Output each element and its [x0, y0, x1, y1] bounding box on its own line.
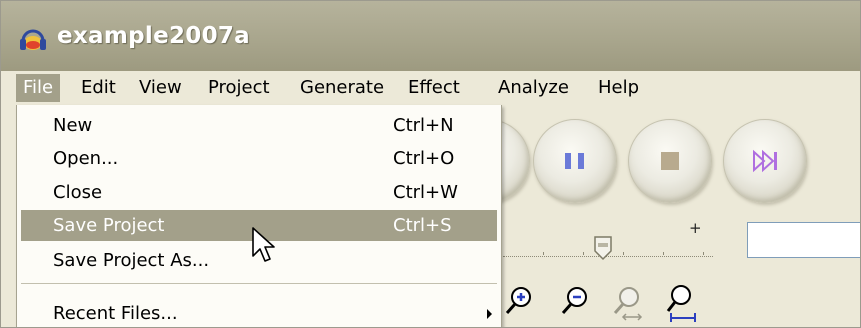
- menu-file[interactable]: File: [16, 74, 61, 102]
- skip-to-end-button[interactable]: [723, 119, 807, 203]
- menu-help[interactable]: Help: [591, 74, 646, 102]
- pause-button[interactable]: [533, 119, 617, 203]
- headphones-icon: [20, 29, 46, 50]
- menu-item-label: Recent Files...: [53, 303, 178, 324]
- menu-item-shortcut: Ctrl+N: [393, 115, 454, 136]
- slider-tick: [583, 252, 584, 255]
- pause-icon: [565, 153, 584, 169]
- skip-to-end-icon: [753, 149, 777, 173]
- menu-item-label: Open...: [53, 148, 119, 169]
- menu-project[interactable]: Project: [201, 74, 277, 102]
- menu-item-label: New: [53, 115, 93, 136]
- fit-selection-icon[interactable]: [611, 283, 643, 323]
- menu-item-shortcut: Ctrl+O: [393, 148, 455, 169]
- menu-item-open[interactable]: Open... Ctrl+O: [21, 143, 497, 174]
- menu-item-label: Save Project As...: [53, 250, 210, 271]
- app-window: example2007a File Edit View Project Gene…: [0, 0, 861, 328]
- menu-analyze[interactable]: Analyze: [491, 74, 576, 102]
- slider-tick: [703, 252, 704, 255]
- file-menu-dropdown: New Ctrl+N Open... Ctrl+O Close Ctrl+W S…: [16, 105, 502, 327]
- menu-separator: [21, 283, 497, 284]
- mouse-pointer-icon: [252, 227, 275, 262]
- menu-item-label: Save Project: [53, 215, 165, 236]
- zoom-in-icon[interactable]: [503, 283, 535, 323]
- menu-bar: File Edit View Project Generate Effect A…: [1, 71, 860, 105]
- selection-text-field[interactable]: [747, 222, 860, 258]
- window-title: example2007a: [57, 23, 251, 49]
- stop-button[interactable]: [628, 119, 712, 203]
- menu-item-recent-files[interactable]: Recent Files...: [21, 298, 497, 327]
- menu-generate[interactable]: Generate: [293, 74, 391, 102]
- menu-edit[interactable]: Edit: [74, 74, 123, 102]
- slider-tick: [663, 252, 664, 255]
- menu-item-close[interactable]: Close Ctrl+W: [21, 177, 497, 208]
- slider-plus-label: +: [689, 219, 702, 237]
- menu-effect[interactable]: Effect: [401, 74, 467, 102]
- menu-item-shortcut: Ctrl+S: [393, 215, 452, 236]
- zoom-out-icon[interactable]: [559, 283, 591, 323]
- menu-view[interactable]: View: [132, 74, 189, 102]
- title-bar[interactable]: example2007a: [1, 1, 860, 71]
- stop-icon: [661, 152, 679, 170]
- menu-item-shortcut: Ctrl+W: [393, 182, 458, 203]
- fit-project-icon[interactable]: [665, 283, 697, 323]
- slider-tick: [623, 252, 624, 255]
- menu-item-new[interactable]: New Ctrl+N: [21, 110, 497, 141]
- slider-tick: [543, 252, 544, 255]
- slider-thumb[interactable]: [593, 235, 613, 261]
- menu-item-label: Close: [53, 182, 103, 203]
- submenu-arrow-icon: [487, 309, 492, 319]
